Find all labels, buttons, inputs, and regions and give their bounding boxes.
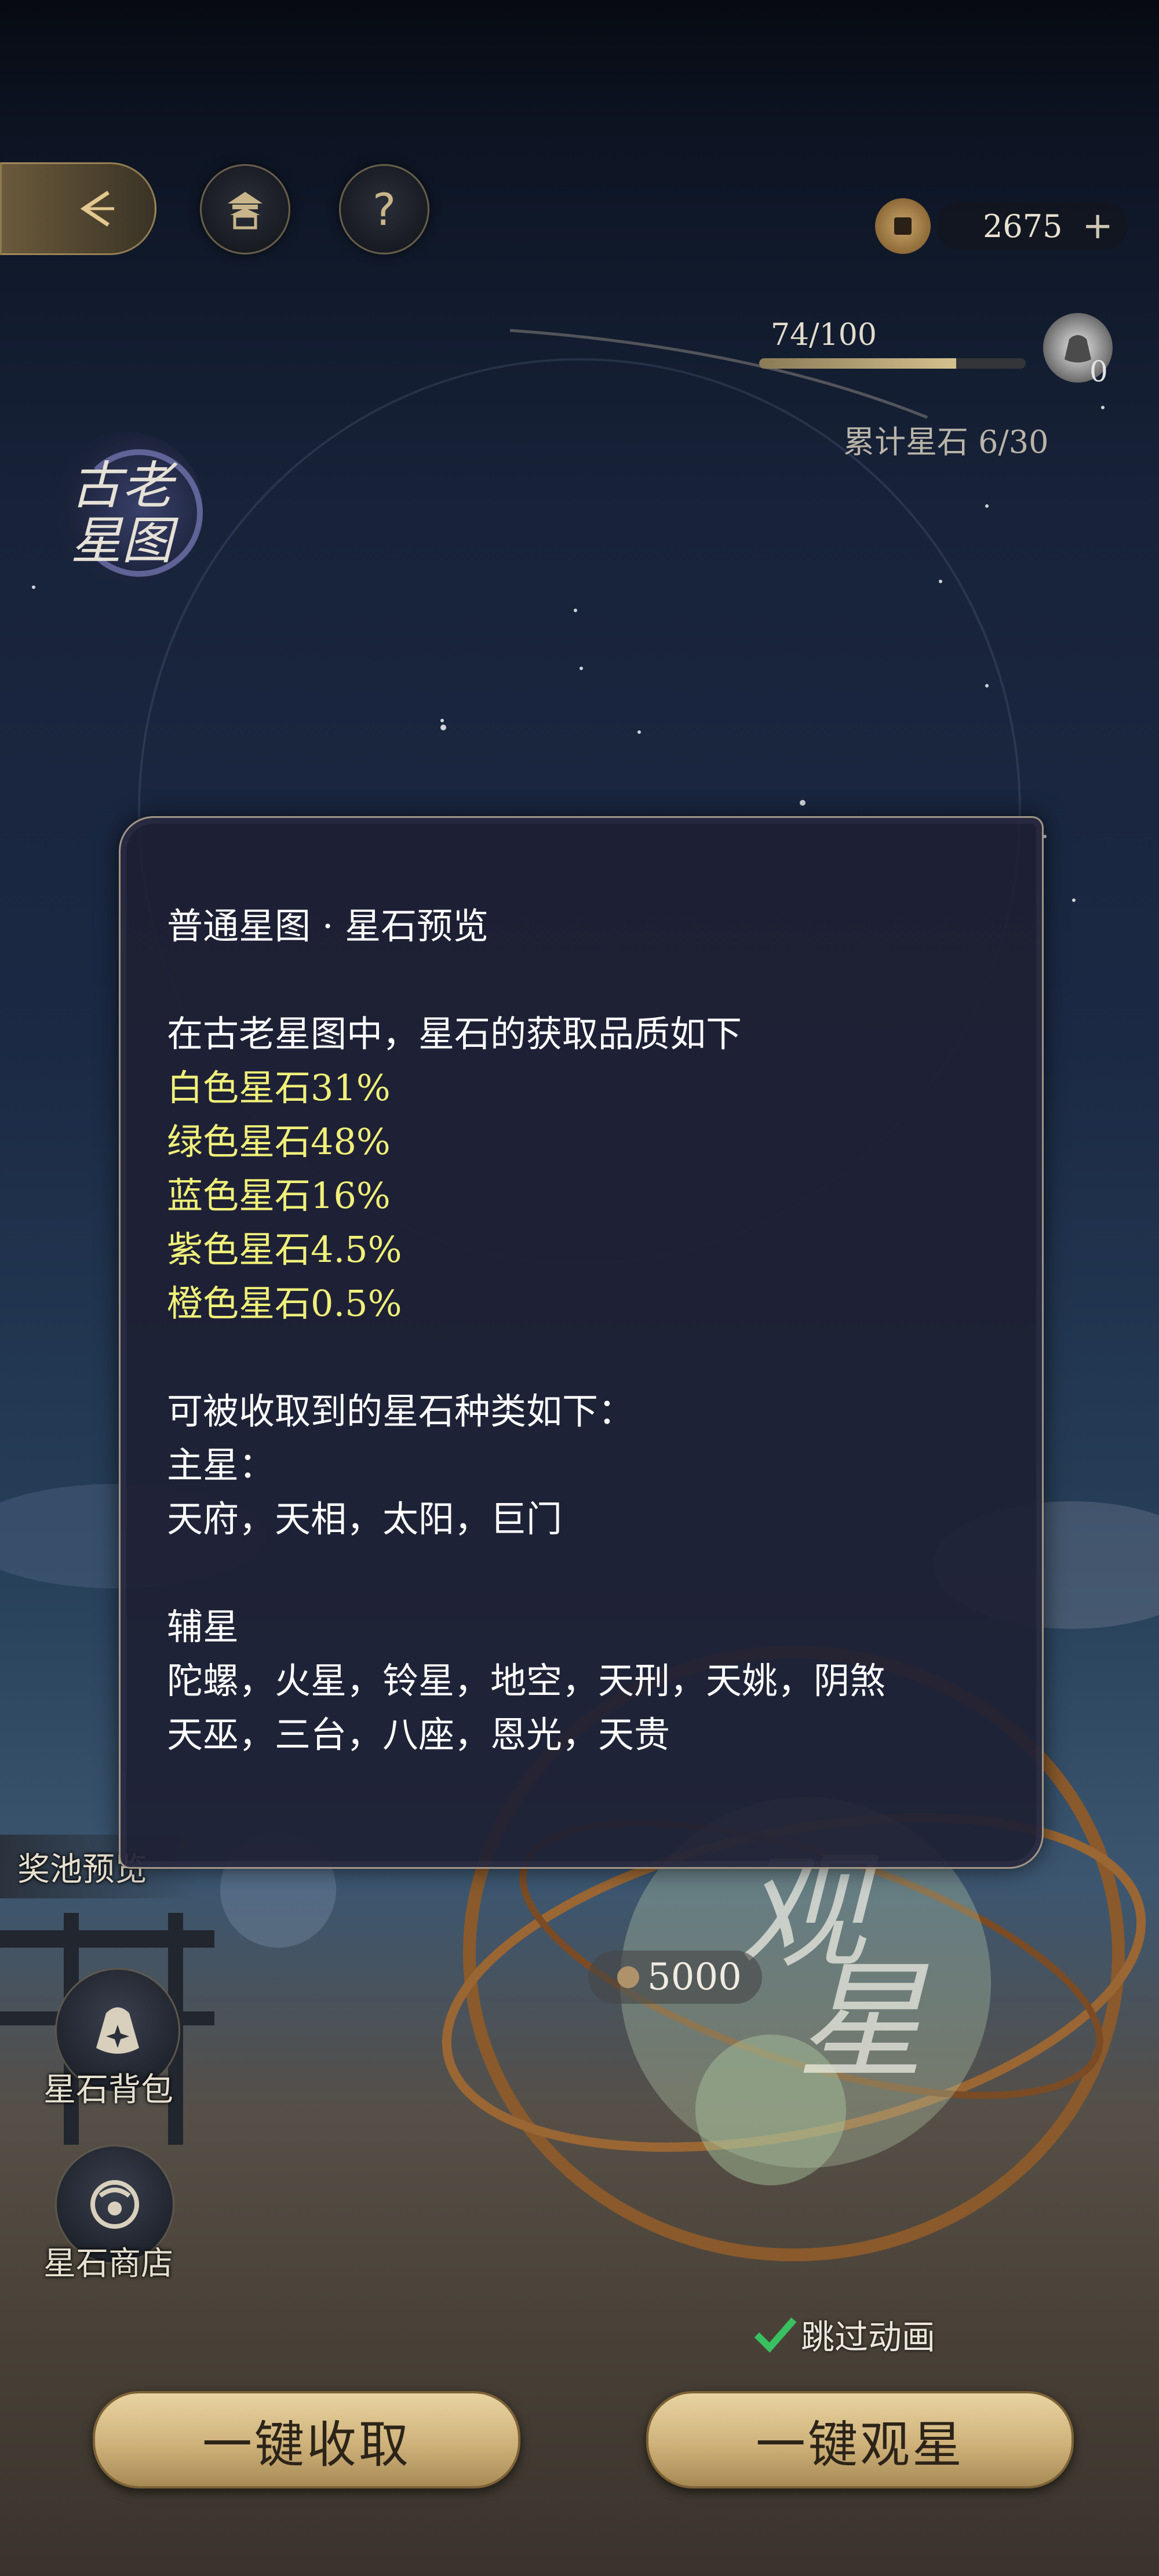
star-stone-preview-panel: 普通星图 · 星石预览 在古老星图中，星石的获取品质如下 白色星石31% 绿色星… [119,816,1044,1869]
stone-shop-label: 星石商店 [43,2245,173,2283]
check-icon [754,2317,797,2353]
quality-green: 绿色星石48% [167,1120,391,1163]
add-currency-button[interactable]: + [1082,205,1113,248]
quality-blue: 蓝色星石16% [167,1174,391,1217]
help-button[interactable]: ? [339,164,429,254]
currency-display: 2675 + [875,194,1136,258]
back-button[interactable] [0,162,156,255]
preview-intro: 在古老星图中，星石的获取品质如下 [167,1013,742,1055]
quality-orange: 橙色星石0.5% [167,1282,402,1325]
progress-bar-fill [759,358,957,369]
progress-bar [759,358,1026,369]
quality-purple: 紫色星石4.5% [167,1228,402,1271]
main-stars-heading: 主星： [167,1444,275,1486]
stone-backpack-label: 星石背包 [43,2071,173,2109]
observe-all-button[interactable]: 一键观星 [646,2391,1074,2488]
pavilion-button[interactable] [200,164,290,254]
observe-cost-badge: 5000 [588,1951,762,2004]
currency-amount-bar: 2675 + [936,202,1128,250]
observe-all-label: 一键观星 [756,2415,964,2474]
observe-cost: 5000 [647,1956,742,1999]
coin-icon [617,1966,639,1988]
back-arrow-icon [80,191,114,227]
aux-stars-list-2: 天巫，三台，八座，恩光，天贵 [167,1713,670,1756]
ancient-star-map-logo: 古老星图 [52,432,203,583]
preview-title: 普通星图 · 星石预览 [167,905,489,947]
stone-shop-icon [90,2180,139,2229]
logo-text: 古老星图 [70,456,173,570]
pavilion-icon [228,192,263,230]
observe-big-char-2: 星 [797,1948,925,2096]
skip-animation-toggle[interactable]: 跳过动画 [753,2310,935,2359]
collect-all-button[interactable]: 一键收取 [93,2391,520,2488]
aux-stars-list-1: 陀螺，火星，铃星，地空，天刑，天姚，阴煞 [167,1660,886,1702]
currency-amount: 2675 [983,208,1063,245]
reward-bag-count: 0 [1089,355,1108,388]
quality-white: 白色星石31% [167,1067,391,1109]
aux-stars-heading: 辅星 [167,1606,239,1648]
cumulative-stones-label: 累计星石 6/30 [843,424,1049,460]
stone-bag-icon [96,2007,139,2054]
preview-panel-content: 普通星图 · 星石预览 在古老星图中，星石的获取品质如下 白色星石31% 绿色星… [167,899,1007,1762]
help-icon: ? [372,183,396,235]
kinds-heading: 可被收取到的星石种类如下： [167,1390,635,1432]
progress-text: 74/100 [771,318,877,352]
skip-animation-label: 跳过动画 [801,2317,936,2357]
copper-coin-icon [875,198,931,254]
collect-all-label: 一键收取 [202,2415,411,2474]
main-stars-list: 天府，天相，太阳，巨门 [167,1498,563,1540]
